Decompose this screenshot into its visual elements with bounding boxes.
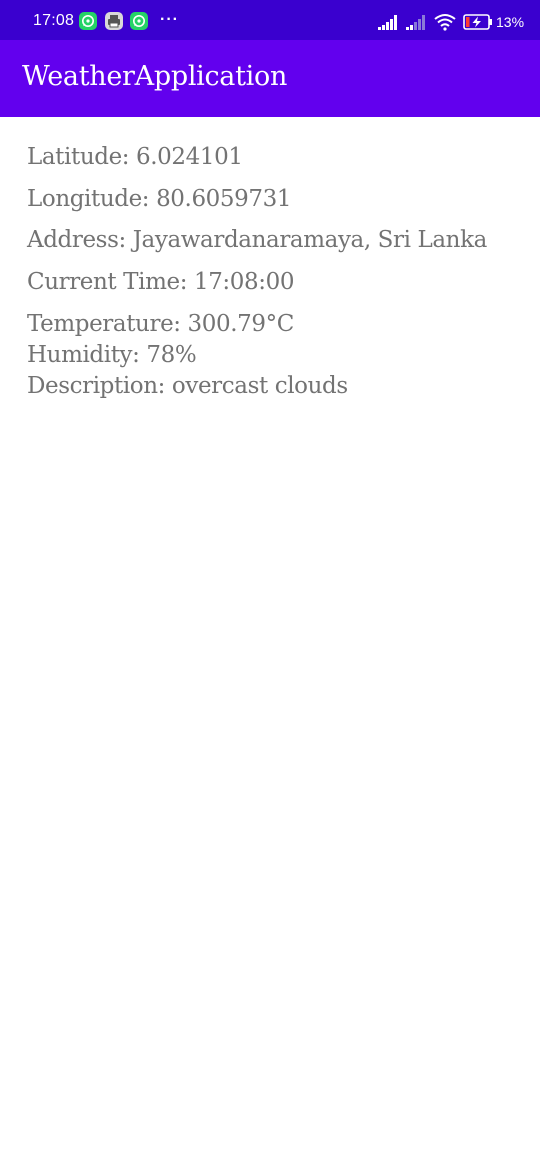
status-bar: 17:08 ··· 13% xyxy=(0,0,540,40)
battery-charging-icon xyxy=(463,14,492,30)
humidity-text: Humidity: 78% xyxy=(27,342,197,368)
app-title: WeatherApplication xyxy=(22,61,288,92)
latitude-text: Latitude: 6.024101 xyxy=(27,144,243,170)
battery-percentage: 13% xyxy=(496,14,525,30)
status-time: 17:08 xyxy=(33,12,75,29)
description-text: Description: overcast clouds xyxy=(27,373,348,399)
more-notifications-icon: ··· xyxy=(160,11,179,28)
whatsapp-icon xyxy=(79,12,97,30)
printer-notification-icon xyxy=(105,12,123,30)
temperature-text: Temperature: 300.79°C xyxy=(27,311,294,337)
current-time-text: Current Time: 17:08:00 xyxy=(27,269,295,295)
longitude-text: Longitude: 80.6059731 xyxy=(27,186,292,212)
wifi-icon xyxy=(434,14,456,31)
signal-icon xyxy=(378,15,397,30)
whatsapp-icon xyxy=(130,12,148,30)
app-bar: WeatherApplication xyxy=(0,40,540,117)
address-text: Address: Jayawardanaramaya, Sri Lanka xyxy=(27,227,487,253)
signal-icon xyxy=(406,15,425,30)
